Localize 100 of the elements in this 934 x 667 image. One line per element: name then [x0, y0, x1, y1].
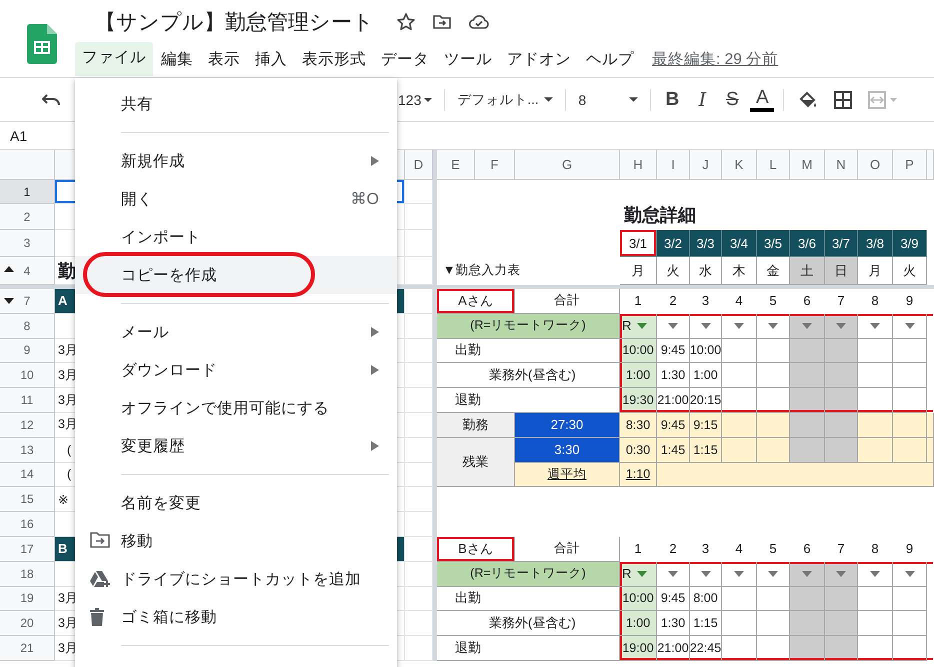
table-cell: 1:00	[690, 363, 722, 388]
format-button[interactable]: I	[687, 88, 718, 110]
menu-item[interactable]: インポート	[75, 218, 397, 256]
menu-bar-item[interactable]: 表示	[201, 44, 247, 74]
row-header[interactable]: 10	[0, 363, 55, 388]
menu-item[interactable]: メール	[75, 313, 397, 351]
column-header[interactable]: M	[790, 150, 825, 180]
column-header[interactable]: P	[893, 150, 927, 180]
caret-icon	[637, 322, 648, 329]
dropdown-cell[interactable]	[825, 314, 858, 339]
column-header[interactable]: N	[825, 150, 858, 180]
dropdown-cell[interactable]	[757, 562, 790, 587]
row-header[interactable]: 15	[0, 487, 55, 512]
table-cell-text: 8	[870, 540, 880, 558]
menu-bar-item[interactable]: 編集	[154, 44, 200, 74]
row-header[interactable]: 14	[0, 462, 55, 488]
row-header[interactable]: 12	[0, 412, 55, 438]
menu-bar-item[interactable]: データ	[374, 44, 436, 74]
folder-icon[interactable]	[432, 12, 452, 32]
menu-bar-item[interactable]: ヘルプ	[579, 44, 641, 74]
dropdown-cell[interactable]	[893, 562, 927, 587]
row-header[interactable]: 19	[0, 586, 55, 612]
column-header[interactable]: H	[620, 150, 657, 180]
table-cell: 10:00	[690, 338, 722, 364]
table-cell: 8:00	[690, 586, 722, 612]
row-header[interactable]: 20	[0, 611, 55, 636]
font-size-dropdown[interactable]: 8	[572, 92, 644, 108]
row-header[interactable]: 1	[0, 180, 55, 204]
submenu-arrow-icon	[371, 156, 379, 166]
menu-item[interactable]: 移動	[75, 522, 397, 560]
weekend-cell	[825, 363, 858, 388]
menu-item[interactable]: ドライブにショートカットを追加	[75, 560, 397, 598]
undo-icon[interactable]	[42, 92, 62, 106]
table-cell: (R=リモートワーク)	[437, 314, 620, 339]
column-header[interactable]: J	[690, 150, 722, 180]
spreadsheet-icon[interactable]	[27, 24, 57, 64]
expand-triangle-icon[interactable]	[4, 298, 14, 304]
paint-bucket-icon[interactable]	[798, 90, 818, 108]
menu-bar-item[interactable]: ツール	[437, 44, 499, 74]
dropdown-cell[interactable]: R	[620, 314, 657, 339]
dropdown-cell[interactable]	[690, 314, 722, 339]
caret-icon	[870, 570, 880, 577]
dropdown-cell[interactable]	[858, 562, 893, 587]
format-button[interactable]: A	[750, 88, 774, 112]
menu-bar-item[interactable]: 表示形式	[295, 44, 373, 74]
caret-icon	[668, 322, 678, 329]
row-header[interactable]: 13	[0, 438, 55, 463]
column-header[interactable]: F	[475, 150, 515, 180]
column-header[interactable]: I	[657, 150, 690, 180]
document-title[interactable]: 【サンプル】勤怠管理シート	[95, 8, 374, 36]
row-header[interactable]: 7	[0, 289, 55, 314]
row-header[interactable]: 11	[0, 388, 55, 413]
row-header[interactable]: 21	[0, 636, 55, 661]
date-cell: 3/3	[690, 230, 722, 257]
format-button[interactable]: B	[657, 88, 688, 110]
column-header[interactable]: K	[722, 150, 757, 180]
dropdown-cell[interactable]	[825, 562, 858, 587]
dropdown-cell[interactable]	[690, 562, 722, 587]
menu-bar-item[interactable]: アドオン	[500, 44, 578, 74]
dropdown-cell[interactable]	[893, 314, 927, 339]
row-header[interactable]: 4	[0, 257, 55, 285]
row-header[interactable]: 17	[0, 536, 55, 562]
dropdown-cell[interactable]	[657, 314, 690, 339]
dropdown-cell[interactable]	[858, 314, 893, 339]
row-header[interactable]: 16	[0, 512, 55, 537]
row-header[interactable]: 8	[0, 314, 55, 339]
menu-bar-item[interactable]: ファイル	[75, 42, 153, 76]
last-edit-link[interactable]: 最終編集: 29 分前	[652, 48, 778, 70]
column-header[interactable]: E	[437, 150, 475, 180]
column-header[interactable]: L	[757, 150, 790, 180]
row-header[interactable]: 9	[0, 338, 55, 364]
name-box[interactable]: A1	[10, 128, 28, 144]
shaded-cell	[790, 412, 825, 438]
dropdown-cell[interactable]	[757, 314, 790, 339]
borders-icon[interactable]	[834, 90, 852, 108]
dropdown-cell[interactable]	[790, 562, 825, 587]
column-header[interactable]: G	[515, 150, 620, 180]
font-dropdown[interactable]: デフォルト...	[451, 90, 560, 108]
star-icon[interactable]	[396, 12, 416, 32]
column-header[interactable]: D	[405, 150, 433, 180]
menu-item[interactable]: 新規作成	[75, 142, 397, 180]
menu-item[interactable]: 開く ⌘O	[75, 180, 397, 218]
collapse-triangle-icon[interactable]	[4, 266, 14, 272]
table-cell-text: 8	[870, 292, 880, 310]
row-header[interactable]: 2	[0, 204, 55, 230]
merge-cells-icon[interactable]	[868, 90, 898, 108]
submenu-arrow-icon	[371, 365, 379, 375]
empty-cell	[893, 388, 927, 413]
cloud-check-icon[interactable]	[468, 12, 490, 32]
dropdown-cell[interactable]	[790, 314, 825, 339]
caret-icon	[802, 322, 812, 329]
row-header[interactable]: 3	[0, 230, 55, 257]
dropdown-cell[interactable]	[722, 314, 757, 339]
column-header[interactable]: O	[858, 150, 893, 180]
menu-bar-item[interactable]: 挿入	[248, 44, 294, 74]
dropdown-cell[interactable]	[722, 562, 757, 587]
row-header[interactable]: 18	[0, 562, 55, 587]
format-button[interactable]: S	[717, 88, 748, 110]
dropdown-cell[interactable]	[657, 562, 690, 587]
dropdown-cell[interactable]: R	[620, 562, 657, 587]
